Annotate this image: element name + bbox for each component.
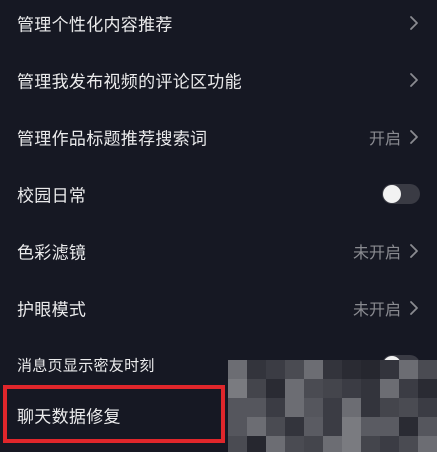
mosaic-cell xyxy=(304,360,324,380)
mosaic-cell xyxy=(228,379,248,399)
mosaic-cell xyxy=(380,398,400,418)
mosaic-cell xyxy=(228,417,248,437)
row-label: 色彩滤镜 xyxy=(17,243,87,263)
mosaic-cell xyxy=(285,360,305,380)
row-status: 未开启 xyxy=(352,299,401,319)
chevron-right-icon xyxy=(408,72,420,88)
mosaic-cell xyxy=(285,417,305,437)
mosaic-cell xyxy=(228,436,248,452)
mosaic-cell xyxy=(323,436,343,452)
mosaic-cell xyxy=(247,436,267,452)
mosaic-cell xyxy=(266,379,286,399)
settings-row-color-filter[interactable]: 色彩滤镜 未开启 xyxy=(0,222,437,279)
highlight-box xyxy=(3,385,225,443)
mosaic-cell xyxy=(361,436,381,452)
mosaic-cell xyxy=(323,360,343,380)
settings-row-comment-section[interactable]: 管理我发布视频的评论区功能 xyxy=(0,51,437,108)
mosaic-cell xyxy=(361,398,381,418)
chevron-right-icon xyxy=(408,300,420,316)
mosaic-cell xyxy=(247,379,267,399)
mosaic-cell xyxy=(285,436,305,452)
chevron-right-icon xyxy=(408,129,420,145)
mosaic-cell xyxy=(247,417,267,437)
chevron-right-icon xyxy=(408,243,420,259)
mosaic-cell xyxy=(304,417,324,437)
row-label: 管理我发布视频的评论区功能 xyxy=(17,72,242,92)
mosaic-cell xyxy=(418,436,437,452)
mosaic-cell xyxy=(399,417,419,437)
mosaic-cell xyxy=(323,379,343,399)
mosaic-cell xyxy=(342,379,362,399)
mosaic-cell xyxy=(380,417,400,437)
mosaic-cell xyxy=(323,398,343,418)
row-label: 消息页显示密友时刻 xyxy=(17,356,155,374)
mosaic-cell xyxy=(399,360,419,380)
settings-row-title-search-words[interactable]: 管理作品标题推荐搜索词 开启 xyxy=(0,108,437,165)
mosaic-cell xyxy=(380,379,400,399)
mosaic-cell xyxy=(380,436,400,452)
settings-row-campus-daily: 校园日常 xyxy=(0,165,437,222)
mosaic-cell xyxy=(418,398,437,418)
mosaic-cell xyxy=(285,379,305,399)
row-label: 校园日常 xyxy=(17,186,87,206)
row-label: 管理作品标题推荐搜索词 xyxy=(17,129,208,149)
mosaic-cell xyxy=(228,398,248,418)
pixelated-overlay xyxy=(228,360,437,452)
mosaic-cell xyxy=(266,436,286,452)
mosaic-cell xyxy=(399,379,419,399)
row-label: 护眼模式 xyxy=(17,300,87,320)
mosaic-cell xyxy=(304,379,324,399)
chevron-right-icon xyxy=(408,15,420,31)
settings-row-eye-protection[interactable]: 护眼模式 未开启 xyxy=(0,279,437,336)
mosaic-cell xyxy=(342,398,362,418)
mosaic-cell xyxy=(228,360,248,380)
mosaic-cell xyxy=(247,398,267,418)
mosaic-cell xyxy=(342,417,362,437)
mosaic-cell xyxy=(266,417,286,437)
mosaic-cell xyxy=(304,436,324,452)
mosaic-cell xyxy=(285,398,305,418)
mosaic-cell xyxy=(266,398,286,418)
mosaic-cell xyxy=(361,417,381,437)
mosaic-cell xyxy=(323,417,343,437)
row-status: 开启 xyxy=(368,128,401,148)
mosaic-cell xyxy=(380,360,400,380)
mosaic-cell xyxy=(266,360,286,380)
mosaic-cell xyxy=(342,360,362,380)
mosaic-cell xyxy=(418,379,437,399)
campus-daily-toggle[interactable] xyxy=(382,183,420,204)
row-label: 管理个性化内容推荐 xyxy=(17,15,173,35)
mosaic-cell xyxy=(418,417,437,437)
mosaic-cell xyxy=(418,360,437,380)
mosaic-cell xyxy=(399,398,419,418)
mosaic-cell xyxy=(399,436,419,452)
mosaic-cell xyxy=(304,398,324,418)
settings-row-personalized-content[interactable]: 管理个性化内容推荐 xyxy=(0,0,437,51)
mosaic-cell xyxy=(247,360,267,380)
mosaic-cell xyxy=(342,436,362,452)
mosaic-cell xyxy=(361,379,381,399)
row-status: 未开启 xyxy=(352,242,401,262)
mosaic-cell xyxy=(361,360,381,380)
toggle-knob xyxy=(383,184,401,203)
